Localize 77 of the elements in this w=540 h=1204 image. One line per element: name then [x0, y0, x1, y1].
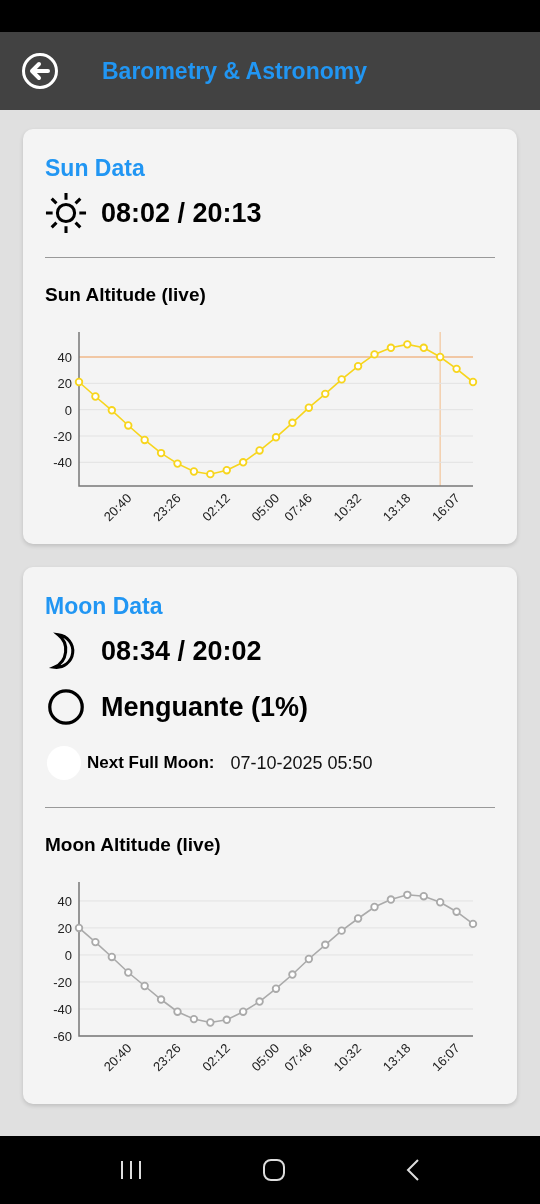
y-tick-label: 0: [64, 947, 72, 963]
data-point: [452, 907, 461, 916]
data-point: [140, 981, 149, 991]
home-icon[interactable]: [262, 1158, 286, 1182]
y-tick-label: -40: [53, 455, 72, 471]
data-point: [124, 968, 133, 977]
data-point: [222, 1015, 231, 1024]
next-full-moon-date: 07-10-2025 05:50: [230, 752, 373, 774]
data-point: [206, 1018, 215, 1027]
moon-phase: Menguante (1%): [101, 691, 308, 723]
data-point: [353, 362, 363, 371]
data-point: [238, 458, 248, 467]
data-point: [468, 377, 478, 387]
data-point: [156, 448, 166, 458]
back-icon[interactable]: [21, 52, 59, 90]
sun-icon: [45, 192, 87, 234]
y-tick-label: -20: [53, 429, 72, 444]
data-point: [403, 340, 412, 349]
data-point: [370, 902, 379, 912]
data-point: [271, 984, 281, 993]
y-tick-label: 20: [57, 920, 72, 936]
data-point: [206, 469, 215, 479]
chart-title: Sun Altitude (live): [45, 284, 207, 306]
next-full-moon-label: Next Full Moon:: [87, 753, 215, 773]
data-point: [304, 954, 314, 964]
data-point: [189, 1014, 199, 1024]
data-point: [271, 433, 281, 442]
data-point: [173, 459, 182, 468]
data-point: [222, 466, 231, 475]
y-tick-label: 0: [64, 402, 72, 418]
data-point: [74, 377, 84, 387]
data-point: [91, 937, 100, 947]
sunrise-sunset-times: 08:02 / 20:13: [101, 197, 262, 229]
data-point: [370, 350, 379, 359]
y-tick-label: 40: [57, 350, 72, 365]
data-point: [140, 435, 149, 445]
back-nav-icon[interactable]: [406, 1158, 420, 1182]
data-point: [321, 389, 330, 399]
data-point: [288, 970, 297, 979]
data-point: [419, 343, 428, 352]
card-title: Sun Data: [45, 155, 146, 183]
chart-title: Moon Altitude (live): [45, 834, 222, 856]
moon-phase-icon: [45, 686, 87, 728]
data-point: [452, 364, 461, 374]
data-point: [255, 997, 264, 1006]
data-point: [337, 926, 346, 935]
app-title: Barometry & Astronomy: [102, 57, 367, 85]
data-point: [91, 392, 100, 401]
data-point: [321, 940, 330, 949]
data-point: [156, 995, 166, 1004]
data-point: [403, 890, 412, 900]
y-tick-label: 20: [57, 376, 72, 392]
card-title: Moon Data: [45, 593, 164, 621]
y-tick-label: 40: [57, 893, 72, 909]
y-tick-label: -40: [53, 1002, 72, 1017]
data-point: [255, 446, 264, 455]
data-point: [238, 1007, 248, 1016]
data-point: [107, 406, 117, 415]
data-point: [124, 421, 133, 430]
data-point: [337, 375, 346, 384]
data-point: [386, 343, 396, 352]
moonrise-moonset-times: 08:34 / 20:02: [101, 635, 262, 667]
data-point: [435, 898, 445, 907]
y-tick-label: -60: [53, 1029, 72, 1044]
recent-apps-icon[interactable]: [120, 1160, 142, 1180]
y-tick-label: -20: [53, 974, 72, 990]
data-point: [304, 403, 314, 412]
data-point: [386, 895, 396, 904]
data-point: [435, 352, 445, 362]
data-point: [468, 919, 478, 929]
data-point: [74, 923, 84, 933]
data-point: [288, 418, 297, 427]
data-point: [107, 952, 117, 962]
data-point: [189, 467, 199, 476]
data-point: [173, 1007, 182, 1016]
data-point: [419, 892, 428, 901]
data-point: [353, 914, 363, 923]
